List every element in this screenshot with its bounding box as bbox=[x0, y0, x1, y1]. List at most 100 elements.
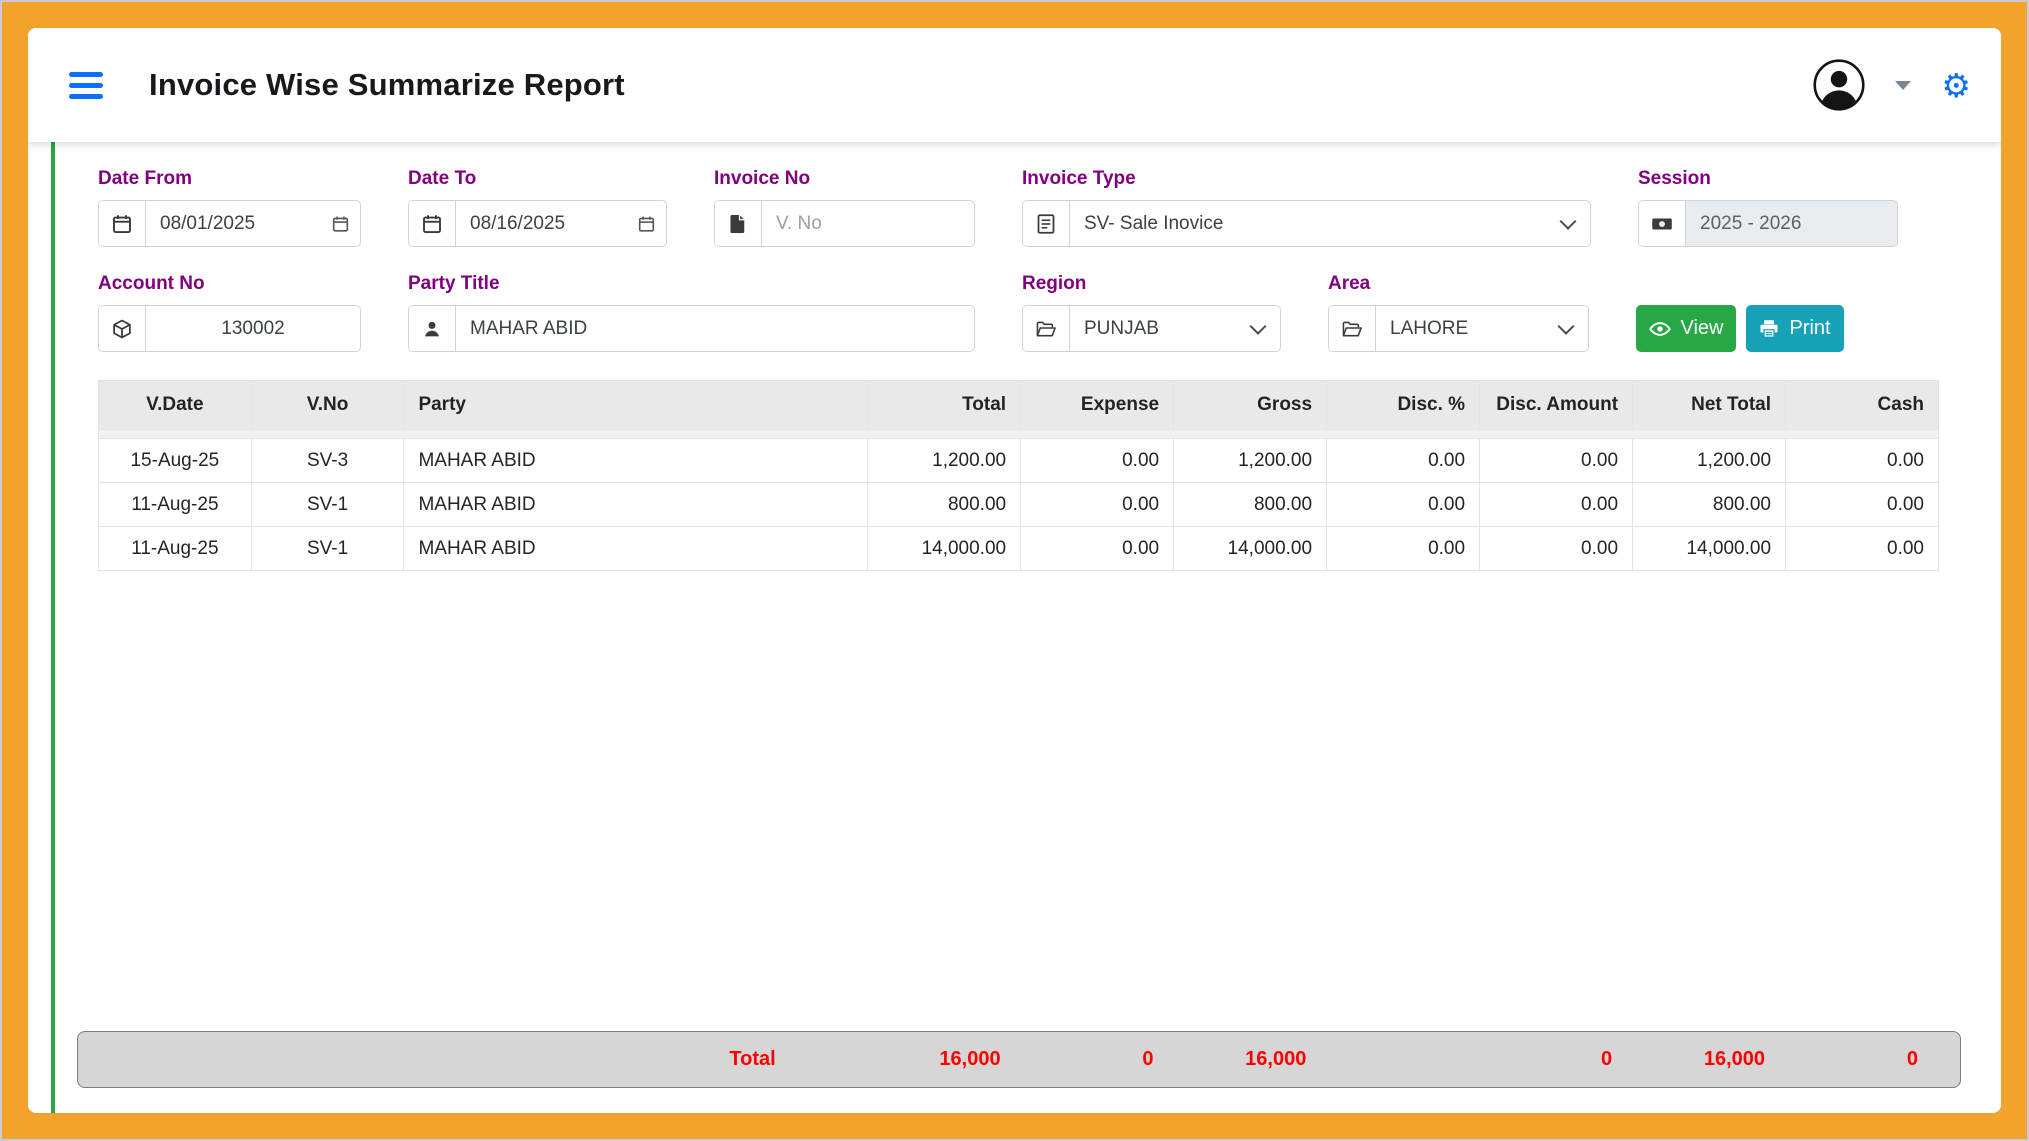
spacer-row bbox=[99, 430, 1939, 439]
table-cell: 0.00 bbox=[1786, 439, 1939, 483]
table-cell: 0.00 bbox=[1021, 483, 1174, 527]
top-bar: Invoice Wise Summarize Report ⚙ bbox=[28, 28, 2001, 142]
totals-gross: 16,000 bbox=[1173, 1048, 1326, 1071]
menu-button[interactable] bbox=[63, 66, 109, 105]
table-cell: 0.00 bbox=[1480, 483, 1633, 527]
table-cell: 800.00 bbox=[1174, 483, 1327, 527]
chevron-down-icon[interactable] bbox=[1895, 81, 1911, 90]
table-cell: 800.00 bbox=[1633, 483, 1786, 527]
totals-label: Total bbox=[404, 1048, 867, 1071]
column-header: V.Date bbox=[99, 381, 252, 430]
table-cell: 0.00 bbox=[1786, 527, 1939, 571]
gear-icon[interactable]: ⚙ bbox=[1941, 69, 1971, 102]
table-cell: 11-Aug-25 bbox=[99, 527, 252, 571]
column-header: Party bbox=[404, 381, 868, 430]
date-to-label: Date To bbox=[408, 168, 667, 190]
table-cell: 1,200.00 bbox=[868, 439, 1021, 483]
table-cell: 0.00 bbox=[1327, 527, 1480, 571]
hamburger-icon bbox=[69, 72, 103, 77]
folder-open-icon bbox=[1329, 306, 1376, 351]
filter-row-1: Date From Date To bbox=[98, 168, 1939, 247]
filter-date-to: Date To bbox=[408, 168, 667, 247]
invoice-no-label: Invoice No bbox=[714, 168, 975, 190]
table-cell: 0.00 bbox=[1480, 439, 1633, 483]
date-picker-icon[interactable] bbox=[332, 215, 349, 232]
print-button[interactable]: Print bbox=[1746, 305, 1844, 352]
totals-expense: 0 bbox=[1021, 1048, 1174, 1071]
area-select[interactable]: LAHORE bbox=[1376, 306, 1588, 351]
totals-cash: 0 bbox=[1785, 1048, 1938, 1071]
table-row: 11-Aug-25SV-1MAHAR ABID14,000.000.0014,0… bbox=[99, 527, 1939, 571]
region-label: Region bbox=[1022, 273, 1281, 295]
table-cell: 0.00 bbox=[1327, 483, 1480, 527]
totals-row: Total 16,000 0 16,000 0 16,000 0 bbox=[99, 1048, 1938, 1071]
report-table-body: 15-Aug-25SV-3MAHAR ABID1,200.000.001,200… bbox=[99, 430, 1939, 571]
totals-bar: Total 16,000 0 16,000 0 16,000 0 bbox=[77, 1031, 1961, 1088]
filter-party-title: Party Title bbox=[408, 273, 975, 352]
table-cell: 1,200.00 bbox=[1174, 439, 1327, 483]
table-cell: MAHAR ABID bbox=[404, 439, 868, 483]
filters-section: Date From Date To bbox=[55, 142, 2001, 352]
table-cell: 0.00 bbox=[1021, 439, 1174, 483]
person-icon bbox=[409, 306, 456, 351]
table-cell: MAHAR ABID bbox=[404, 483, 868, 527]
filter-row-2: Account No Party Title bbox=[98, 273, 1939, 352]
filter-region: Region PUNJAB bbox=[1022, 273, 1281, 352]
account-no-input[interactable] bbox=[146, 306, 360, 351]
table-cell: SV-1 bbox=[251, 527, 404, 571]
print-button-label: Print bbox=[1789, 317, 1830, 340]
filter-invoice-no: Invoice No bbox=[714, 168, 975, 247]
calendar-icon bbox=[409, 201, 456, 246]
totals-disc-percent bbox=[1326, 1048, 1479, 1071]
date-to-input[interactable] bbox=[456, 201, 666, 246]
party-title-input[interactable] bbox=[456, 306, 974, 351]
filter-account-no: Account No bbox=[98, 273, 361, 352]
session-label: Session bbox=[1638, 168, 1898, 190]
file-icon bbox=[715, 201, 762, 246]
table-cell: 15-Aug-25 bbox=[99, 439, 252, 483]
table-cell: 0.00 bbox=[1021, 527, 1174, 571]
table-cell: 800.00 bbox=[868, 483, 1021, 527]
totals-disc-amount: 0 bbox=[1479, 1048, 1632, 1071]
table-cell: 14,000.00 bbox=[1633, 527, 1786, 571]
table-cell: MAHAR ABID bbox=[404, 527, 868, 571]
filter-invoice-type: Invoice Type SV- Sale Inovice bbox=[1022, 168, 1591, 247]
view-button-label: View bbox=[1681, 317, 1724, 340]
filter-date-from: Date From bbox=[98, 168, 361, 247]
column-header: Disc. Amount bbox=[1480, 381, 1633, 430]
area-label: Area bbox=[1328, 273, 1589, 295]
filter-session: Session bbox=[1638, 168, 1898, 247]
cube-icon bbox=[99, 306, 146, 351]
table-cell: 14,000.00 bbox=[868, 527, 1021, 571]
table-cell: 1,200.00 bbox=[1633, 439, 1786, 483]
session-input bbox=[1686, 201, 1897, 246]
region-select[interactable]: PUNJAB bbox=[1070, 306, 1280, 351]
table-row: 15-Aug-25SV-3MAHAR ABID1,200.000.001,200… bbox=[99, 439, 1939, 483]
filter-actions: View Print bbox=[1636, 305, 1844, 352]
party-title-label: Party Title bbox=[408, 273, 975, 295]
table-cell: 0.00 bbox=[1327, 439, 1480, 483]
totals-table: Total 16,000 0 16,000 0 16,000 0 bbox=[99, 1048, 1938, 1071]
invoice-type-select[interactable]: SV- Sale Inovice bbox=[1070, 201, 1590, 246]
column-header: Gross bbox=[1174, 381, 1327, 430]
table-cell: 11-Aug-25 bbox=[99, 483, 252, 527]
date-from-input[interactable] bbox=[146, 201, 360, 246]
invoice-doc-icon bbox=[1023, 201, 1070, 246]
table-cell: 0.00 bbox=[1786, 483, 1939, 527]
column-header: Expense bbox=[1021, 381, 1174, 430]
table-cell: 14,000.00 bbox=[1174, 527, 1327, 571]
date-picker-icon[interactable] bbox=[638, 215, 655, 232]
table-cell: SV-3 bbox=[251, 439, 404, 483]
totals-net-total: 16,000 bbox=[1632, 1048, 1785, 1071]
column-header: V.No bbox=[251, 381, 404, 430]
topbar-actions: ⚙ bbox=[1813, 59, 1971, 111]
account-no-label: Account No bbox=[98, 273, 361, 295]
table-cell: 0.00 bbox=[1480, 527, 1633, 571]
avatar[interactable] bbox=[1813, 59, 1865, 111]
invoice-no-input[interactable] bbox=[762, 201, 974, 246]
report-table: V.DateV.NoPartyTotalExpenseGrossDisc. %D… bbox=[98, 380, 1939, 571]
eye-icon bbox=[1649, 320, 1671, 338]
column-header: Total bbox=[868, 381, 1021, 430]
column-header: Net Total bbox=[1633, 381, 1786, 430]
view-button[interactable]: View bbox=[1636, 305, 1736, 352]
